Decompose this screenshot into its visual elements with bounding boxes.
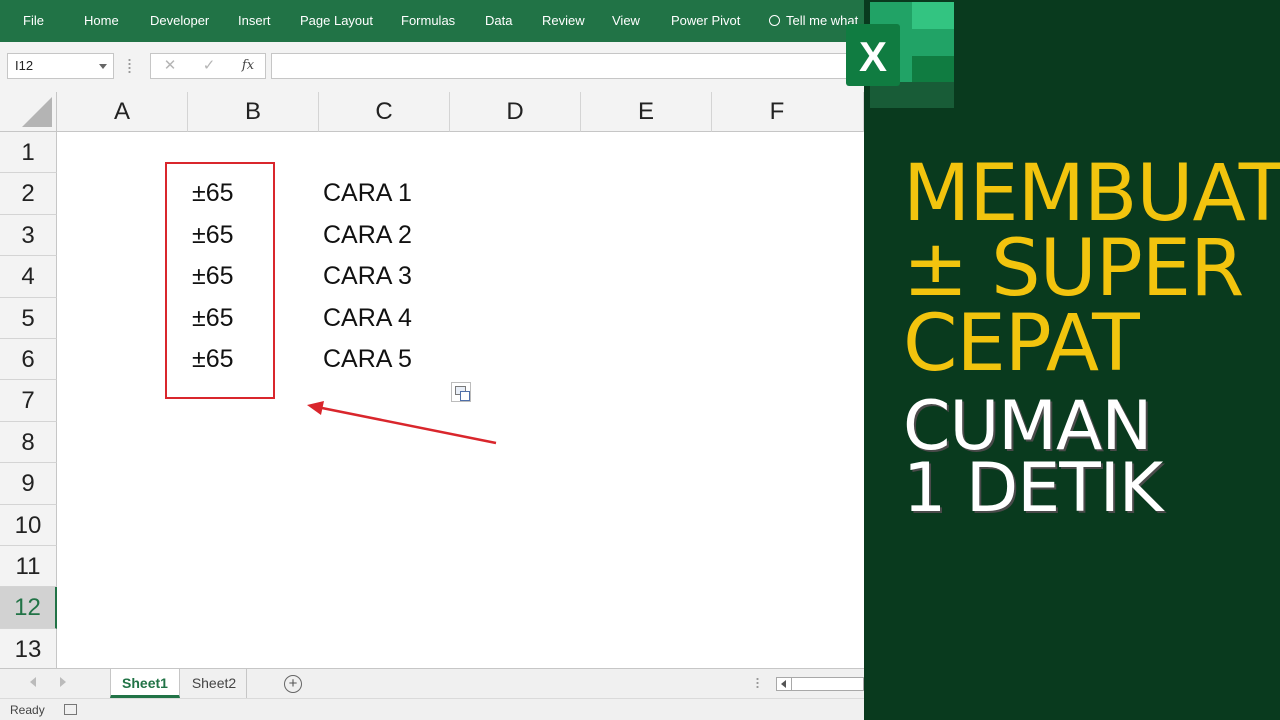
excel-window: File Home Developer Insert Page Layout F… — [0, 0, 864, 720]
headline-line-2: ± SUPER — [903, 224, 1244, 314]
excel-logo-icon: X — [846, 2, 954, 108]
paste-page-shape — [460, 391, 470, 401]
arrow-annotation-icon — [307, 401, 497, 445]
sheet-tab-sheet1[interactable]: Sheet1 — [110, 669, 180, 698]
paste-options-icon[interactable] — [451, 382, 471, 402]
sheet-tab-sheet2[interactable]: Sheet2 — [182, 669, 247, 698]
next-sheet-icon[interactable] — [60, 677, 66, 687]
headline-line-3: CEPAT — [903, 299, 1140, 389]
status-ready: Ready — [10, 703, 45, 717]
arrow-head — [307, 401, 324, 415]
logo-letter: X — [859, 33, 887, 80]
prev-sheet-icon[interactable] — [30, 677, 36, 687]
logo-tile-3 — [912, 56, 954, 82]
logo-tile-1 — [912, 2, 954, 29]
logo-tile-2 — [912, 29, 954, 56]
scroll-left-icon[interactable] — [781, 680, 786, 688]
macro-recorder-icon[interactable] — [64, 704, 77, 715]
horizontal-scrollbar[interactable] — [776, 677, 864, 691]
scroll-split-grip-icon[interactable] — [756, 677, 759, 689]
arrow-line — [321, 406, 497, 445]
scroll-divider — [791, 677, 792, 691]
status-bar: Ready — [0, 698, 864, 720]
add-sheet-icon[interactable]: + — [284, 675, 302, 693]
headline-line-5: 1 DETIK — [903, 449, 1163, 528]
sheet-tab-bar: Sheet1 Sheet2 + — [0, 668, 864, 699]
headline-line-1: MEMBUAT — [903, 149, 1280, 239]
